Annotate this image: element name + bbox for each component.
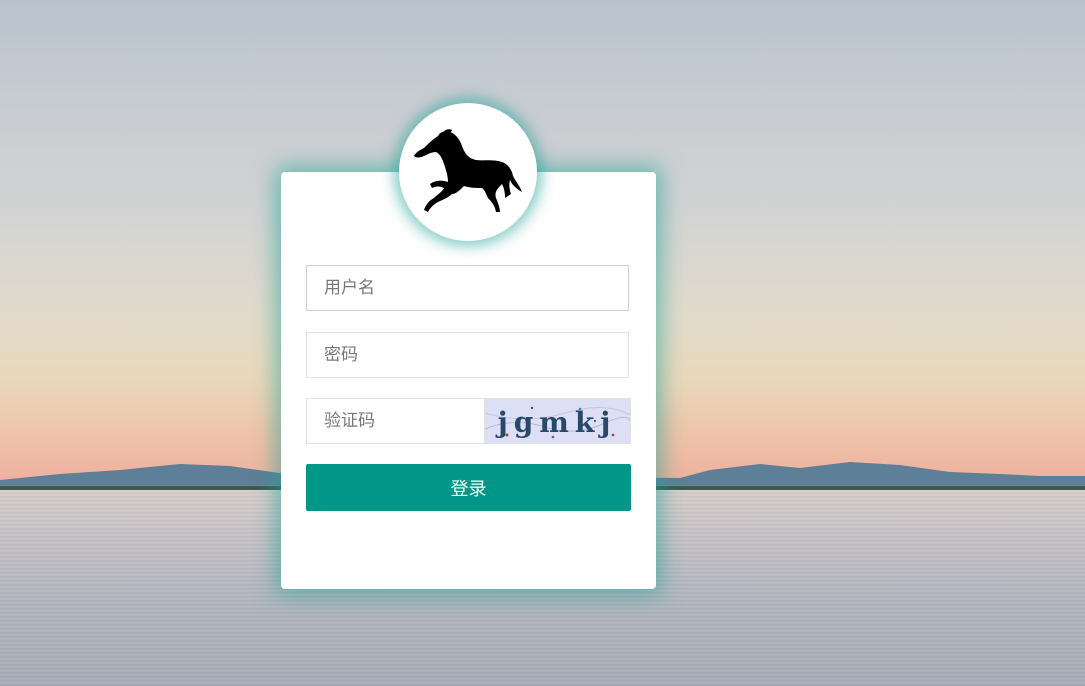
captcha-input[interactable] (306, 398, 484, 444)
captcha-row: jgmkj (306, 398, 631, 444)
logo-avatar (399, 103, 537, 241)
login-button[interactable]: 登录 (306, 464, 631, 511)
username-input[interactable] (306, 265, 629, 311)
captcha-graphic: jgmkj (485, 399, 630, 443)
login-page: jgmkj 登录 (0, 0, 1085, 686)
captcha-text: jgmkj (495, 406, 617, 439)
password-input[interactable] (306, 332, 629, 378)
captcha-image[interactable]: jgmkj (484, 398, 631, 444)
horse-icon (414, 129, 522, 212)
